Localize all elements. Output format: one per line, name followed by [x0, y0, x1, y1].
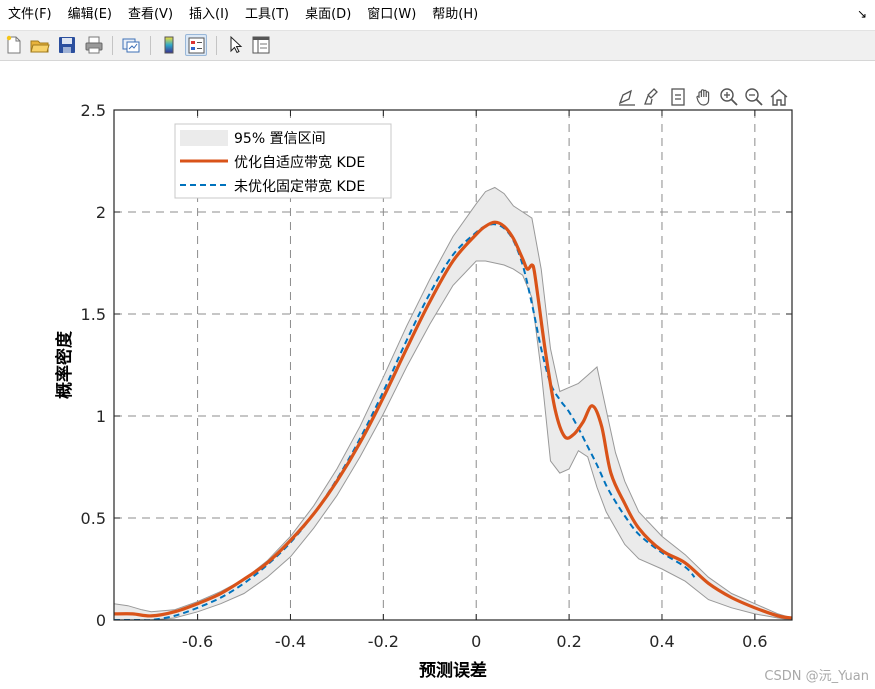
x-axis-label: 预测误差 — [419, 660, 487, 681]
x-tick-label: -0.6 — [182, 632, 213, 651]
legend-label-fixed: 未优化固定带宽 KDE — [234, 178, 365, 195]
legend-label-band: 95% 置信区间 — [234, 131, 326, 147]
zoom-out-icon[interactable] — [743, 86, 765, 108]
legend-label-adaptive: 优化自适应带宽 KDE — [234, 154, 365, 171]
export-icon[interactable] — [667, 86, 689, 108]
pan-icon[interactable] — [693, 86, 715, 108]
confidence-band — [114, 187, 792, 620]
x-tick-label: 0 — [471, 632, 481, 651]
x-tick-label: -0.2 — [368, 632, 399, 651]
y-axis-label: 概率密度 — [54, 330, 75, 399]
y-tick-label: 1 — [96, 407, 106, 426]
y-tick-label: 2.5 — [81, 101, 106, 120]
brush-icon[interactable] — [641, 86, 663, 108]
x-tick-label: -0.4 — [275, 632, 306, 651]
y-tick-label: 0 — [96, 611, 106, 630]
x-tick-label: 0.6 — [742, 632, 767, 651]
data-tips-icon[interactable] — [616, 86, 638, 108]
y-tick-label: 0.5 — [81, 509, 106, 528]
watermark: CSDN @沅_Yuan — [764, 669, 869, 684]
y-tick-label: 2 — [96, 203, 106, 222]
legend[interactable]: 95% 置信区间 优化自适应带宽 KDE 未优化固定带宽 KDE — [174, 123, 392, 199]
zoom-in-icon[interactable] — [718, 86, 740, 108]
x-tick-label: 0.4 — [649, 632, 674, 651]
legend-swatch-band — [180, 130, 228, 146]
home-icon[interactable] — [768, 86, 790, 108]
x-tick-label: 0.2 — [556, 632, 581, 651]
plot-area[interactable] — [114, 186, 792, 621]
y-tick-label: 1.5 — [81, 305, 106, 324]
